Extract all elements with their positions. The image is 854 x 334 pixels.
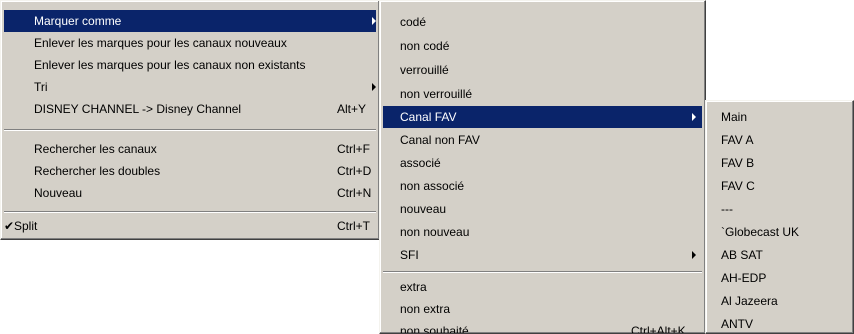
menu-item-label: Enlever les marques pour les canaux non …	[34, 58, 306, 72]
menu-item-fav-list[interactable]: FAV A	[709, 129, 850, 151]
menu-item-nouveau[interactable]: nouveau	[383, 198, 702, 220]
submenu-marquer-comme: codé non codé verrouillé non verrouillé …	[379, 0, 706, 334]
menu-item-tri[interactable]: Tri	[4, 76, 376, 98]
menu-item-shortcut: Alt+Y	[337, 102, 367, 116]
menu-item-fav-list[interactable]: ANTV	[709, 313, 850, 333]
menu-item-canal-fav[interactable]: Canal FAV	[383, 106, 702, 128]
menu-item-label: associé	[400, 156, 441, 170]
menu-item-label: codé	[400, 15, 427, 29]
menu-item-fav-list[interactable]: AB SAT	[709, 244, 850, 266]
menu-item-fav-list[interactable]: AH-EDP	[709, 267, 850, 289]
submenu-arrow-icon	[692, 113, 696, 121]
menu-item-nouveau[interactable]: Nouveau Ctrl+N	[4, 182, 376, 204]
menu-item-rechercher-doubles[interactable]: Rechercher les doubles Ctrl+D	[4, 160, 376, 182]
menu-item-fav-list[interactable]: FAV C	[709, 175, 850, 197]
submenu-arrow-icon	[692, 251, 696, 259]
menu-separator	[383, 271, 702, 273]
menu-item-label: non verrouillé	[400, 87, 473, 101]
menu-item-label: FAV C	[721, 179, 755, 193]
menu-item-label: Split	[14, 219, 38, 233]
menu-item-label: ANTV	[721, 317, 754, 331]
menu-item-label: Main	[721, 110, 748, 124]
menu-item-non-extra[interactable]: non extra	[383, 298, 702, 320]
menu-item-label: extra	[400, 280, 427, 294]
menu-item-label: Enlever les marques pour les canaux nouv…	[34, 36, 287, 50]
menu-item-non-verrouille[interactable]: non verrouillé	[383, 83, 702, 105]
menu-item-shortcut: Ctrl+T	[337, 219, 370, 233]
menu-item-label: Canal non FAV	[400, 133, 480, 147]
menu-separator	[4, 211, 376, 213]
menu-item-extra[interactable]: extra	[383, 276, 702, 298]
menu-item-shortcut: Ctrl+F	[337, 142, 370, 156]
menu-item-non-souhaite[interactable]: non souhaité Ctrl+Alt+K	[383, 320, 702, 334]
menu-item-label: non nouveau	[400, 225, 470, 239]
menu-item-non-associe[interactable]: non associé	[383, 175, 702, 197]
menu-item-enlever-non-existants[interactable]: Enlever les marques pour les canaux non …	[4, 54, 376, 76]
menu-item-label: Al Jazeera	[721, 294, 778, 308]
checkmark-icon: ✔	[4, 219, 15, 233]
menu-item-label: DISNEY CHANNEL -> Disney Channel	[34, 102, 242, 116]
menu-item-label: non codé	[400, 39, 450, 53]
menu-item-label: nouveau	[400, 202, 447, 216]
menu-item-label: ---	[721, 202, 733, 216]
menu-item-label: verrouillé	[400, 63, 449, 77]
menu-item-fav-list[interactable]: Main	[709, 106, 850, 128]
menu-item-label: non extra	[400, 302, 451, 316]
menu-item-label: FAV A	[721, 133, 754, 147]
menu-item-non-nouveau[interactable]: non nouveau	[383, 221, 702, 243]
menu-item-associe[interactable]: associé	[383, 152, 702, 174]
menu-item-label: Tri	[34, 80, 48, 94]
menu-item-canal-non-fav[interactable]: Canal non FAV	[383, 129, 702, 151]
menu-item-label: non associé	[400, 179, 465, 193]
menu-item-disney-rename[interactable]: DISNEY CHANNEL -> Disney Channel Alt+Y	[4, 98, 376, 120]
menu-item-label: Marquer comme	[34, 14, 122, 28]
menu-item-fav-list[interactable]: `Globecast UK	[709, 221, 850, 243]
menu-item-label: AB SAT	[721, 248, 763, 262]
menu-item-enlever-nouveaux[interactable]: Enlever les marques pour les canaux nouv…	[4, 32, 376, 54]
submenu-arrow-icon	[372, 83, 376, 91]
menu-item-label: AH-EDP	[721, 271, 767, 285]
menu-item-shortcut: Ctrl+N	[337, 186, 372, 200]
menu-item-non-code[interactable]: non codé	[383, 35, 702, 57]
menu-separator	[4, 129, 376, 131]
menu-item-verrouille[interactable]: verrouillé	[383, 59, 702, 81]
menu-item-label: SFI	[400, 248, 419, 262]
menu-item-label: non souhaité	[400, 324, 469, 334]
menu-item-rechercher-canaux[interactable]: Rechercher les canaux Ctrl+F	[4, 138, 376, 160]
menu-item-label: Rechercher les canaux	[34, 142, 157, 156]
context-menu-main: Marquer comme Enlever les marques pour l…	[0, 0, 380, 240]
menu-item-sfi[interactable]: SFI	[383, 244, 702, 266]
menu-item-label: Canal FAV	[400, 110, 457, 124]
menu-item-fav-list[interactable]: FAV B	[709, 152, 850, 174]
menu-item-code[interactable]: codé	[383, 11, 702, 33]
submenu-canal-fav: Main FAV A FAV B FAV C --- `Globecast UK…	[705, 100, 854, 334]
menu-item-label: FAV B	[721, 156, 755, 170]
menu-item-label: Rechercher les doubles	[34, 164, 161, 178]
menu-item-label: `Globecast UK	[721, 225, 800, 239]
submenu-arrow-icon	[372, 17, 376, 25]
menu-item-marquer-comme[interactable]: Marquer comme	[4, 10, 376, 32]
menu-item-label: Nouveau	[34, 186, 83, 200]
menu-item-shortcut: Ctrl+D	[337, 164, 372, 178]
menu-item-fav-list[interactable]: Al Jazeera	[709, 290, 850, 312]
menu-item-split[interactable]: ✔ Split Ctrl+T	[4, 215, 376, 237]
menu-item-shortcut: Ctrl+Alt+K	[631, 324, 686, 334]
menu-item-fav-list[interactable]: ---	[709, 198, 850, 220]
